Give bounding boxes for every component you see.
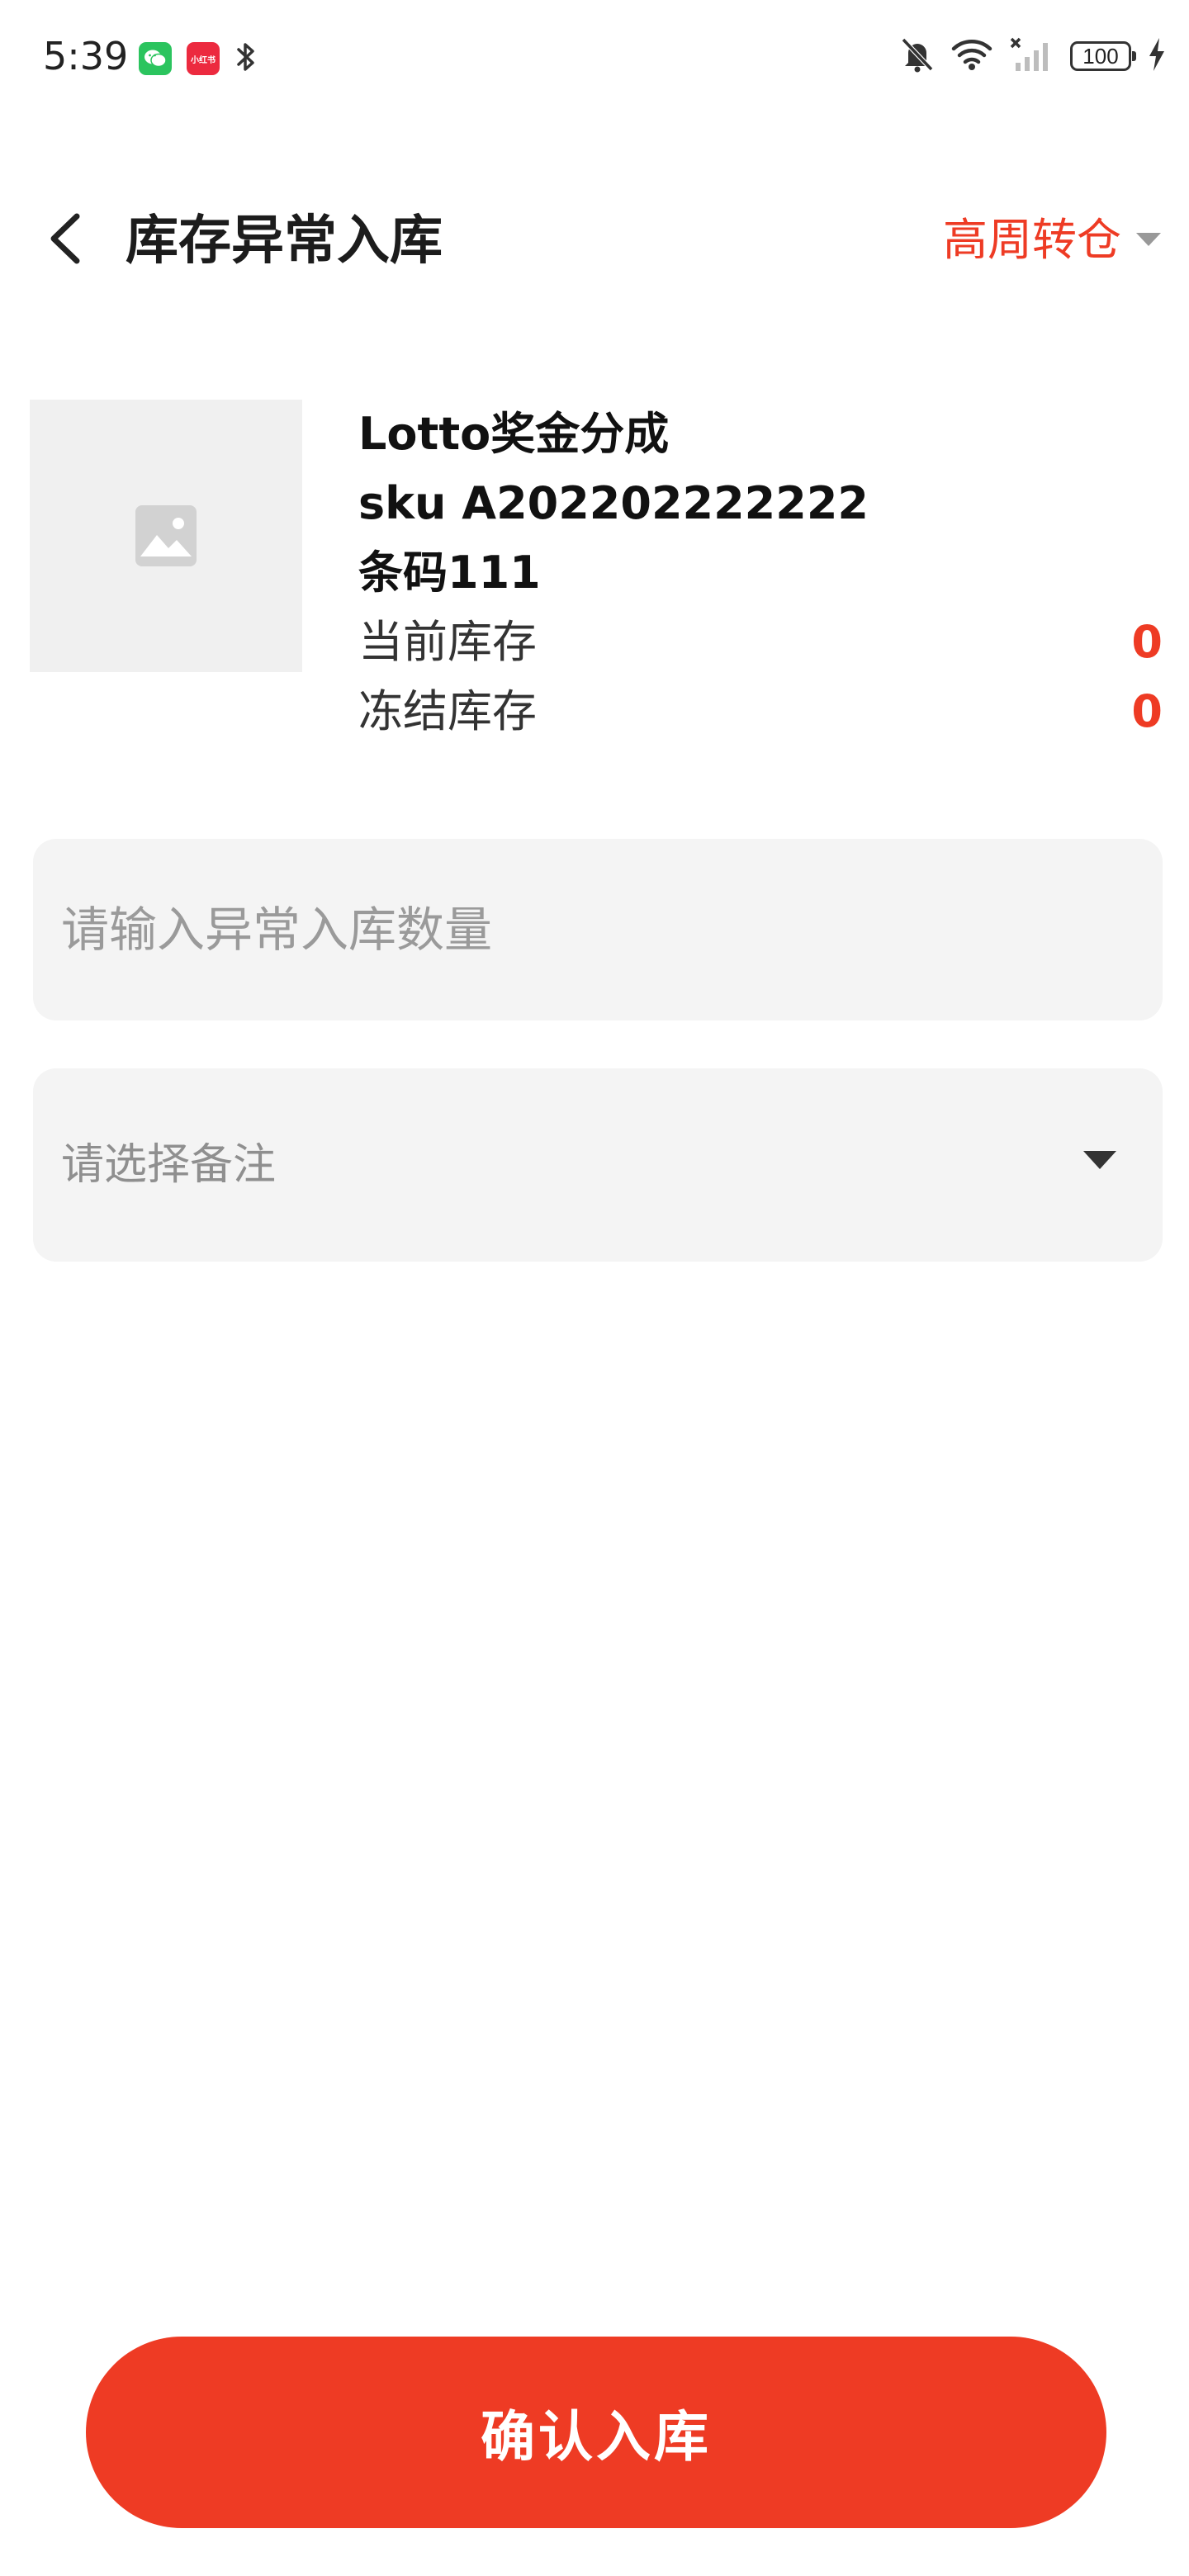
status-system-icons: 100 xyxy=(900,36,1166,76)
product-name: Lotto奖金分成 xyxy=(358,408,670,460)
confirm-inbound-button[interactable]: 确认入库 xyxy=(86,2337,1106,2528)
bluetooth-icon xyxy=(234,40,258,78)
status-bar: 5:39 小红书 100 xyxy=(0,0,1189,116)
remark-placeholder: 请选择备注 xyxy=(61,1140,277,1190)
product-card: Lotto奖金分成 sku A202202222222 条码111 当前库存 0… xyxy=(30,400,1163,746)
frozen-stock-label: 冻结库存 xyxy=(358,685,537,737)
current-stock-row: 当前库存 0 xyxy=(358,608,1163,677)
mute-bell-icon xyxy=(900,36,935,76)
xiaohongshu-icon: 小红书 xyxy=(187,42,220,75)
product-barcode: 条码111 xyxy=(358,547,541,599)
status-time: 5:39 xyxy=(43,34,129,78)
remark-select[interactable]: 请选择备注 xyxy=(33,1068,1163,1262)
back-button[interactable] xyxy=(36,210,94,268)
page-title: 库存异常入库 xyxy=(126,211,443,272)
quantity-field xyxy=(33,839,1163,1020)
wifi-icon xyxy=(951,38,992,74)
signal-icon xyxy=(1009,36,1054,76)
current-stock-value: 0 xyxy=(1131,616,1163,668)
caret-down-icon xyxy=(1083,1151,1116,1169)
product-info: Lotto奖金分成 sku A202202222222 条码111 当前库存 0… xyxy=(358,400,1163,746)
battery-icon: 100 xyxy=(1070,41,1136,71)
wechat-icon xyxy=(139,42,172,75)
product-sku: sku A202202222222 xyxy=(358,477,869,529)
charging-icon xyxy=(1148,38,1166,74)
product-image xyxy=(30,400,302,672)
frozen-stock-value: 0 xyxy=(1131,685,1163,737)
frozen-stock-row: 冻结库存 0 xyxy=(358,677,1163,746)
image-placeholder-icon xyxy=(135,505,197,566)
warehouse-label: 高周转仓 xyxy=(943,214,1121,266)
quantity-input[interactable] xyxy=(61,839,1135,1020)
caret-down-icon xyxy=(1136,233,1161,246)
current-stock-label: 当前库存 xyxy=(358,616,537,668)
warehouse-selector[interactable]: 高周转仓 xyxy=(943,211,1161,269)
back-arrow-icon xyxy=(50,213,80,264)
status-notification-icons: 小红书 xyxy=(139,40,258,78)
page-header: 库存异常入库 高周转仓 xyxy=(0,182,1189,297)
